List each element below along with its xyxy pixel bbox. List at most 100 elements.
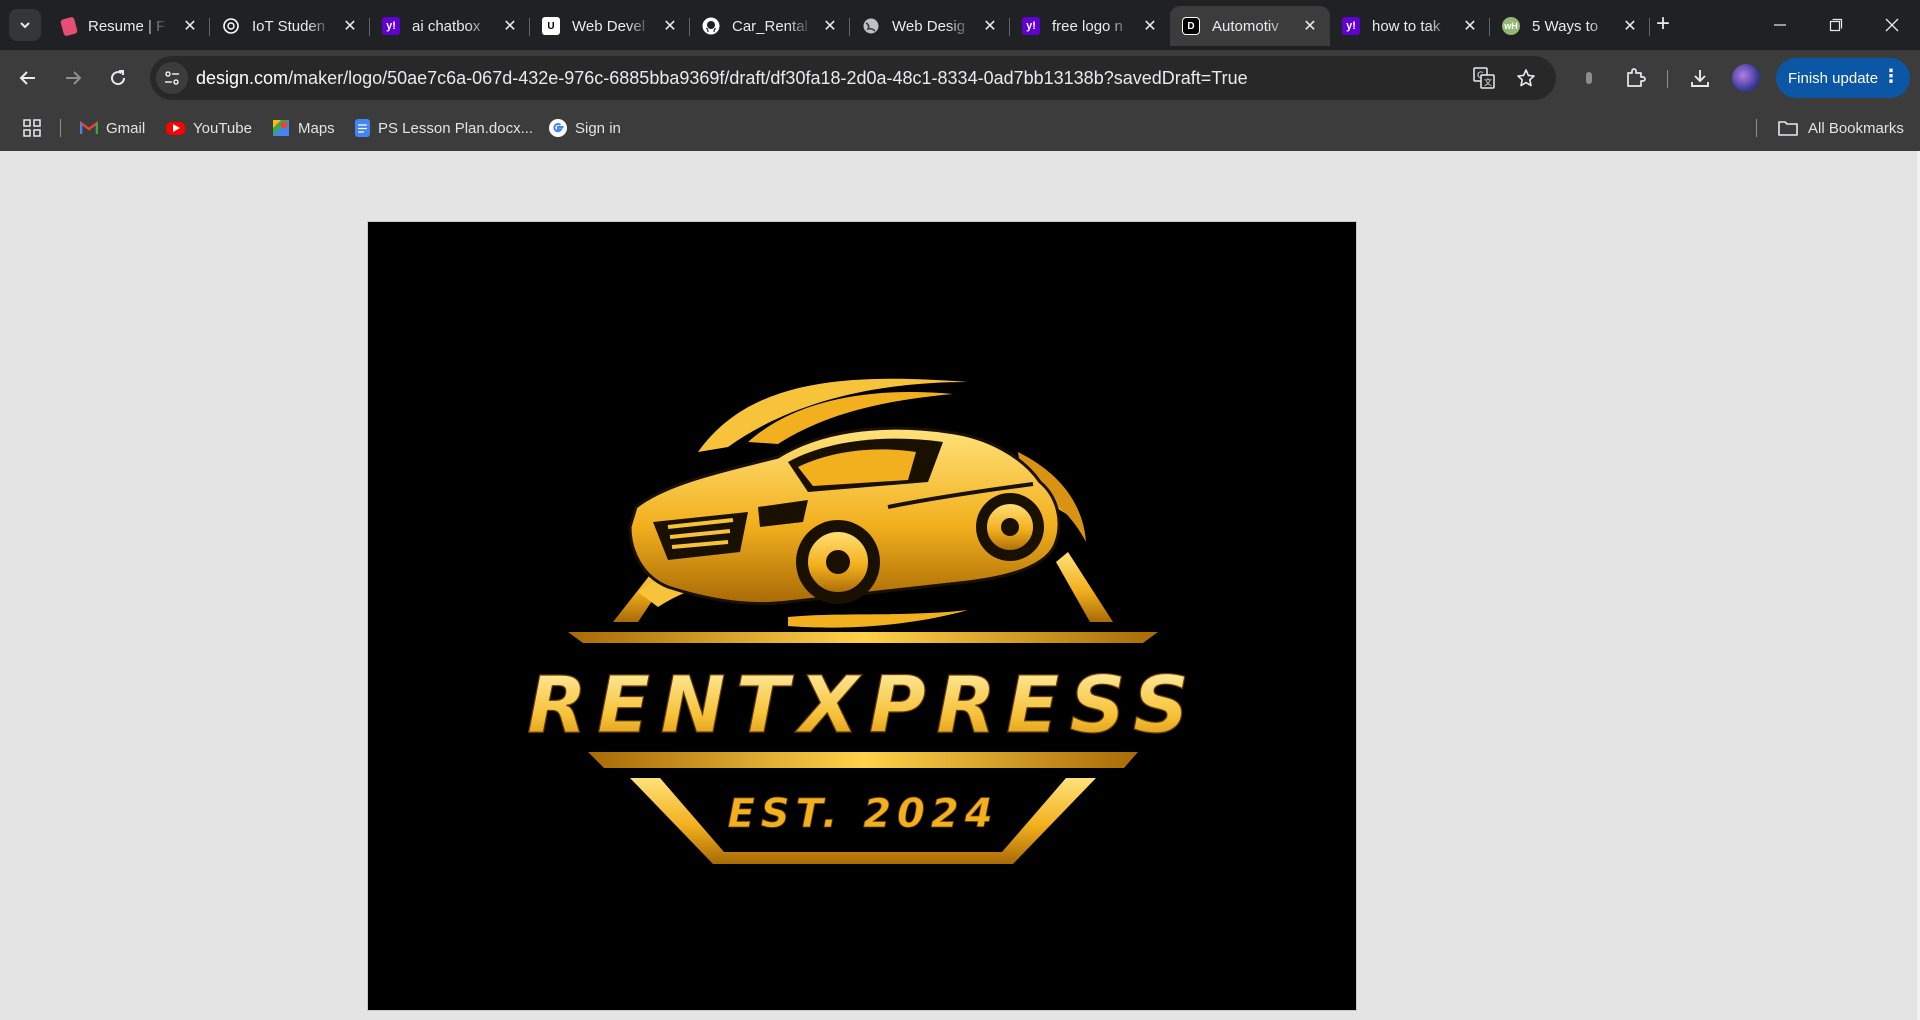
design-com-icon: D (1182, 17, 1200, 35)
extensions-menu-button[interactable] (1619, 62, 1651, 94)
translate-button[interactable]: G文 (1470, 64, 1498, 92)
close-icon[interactable]: ✕ (820, 16, 840, 36)
window-close-button[interactable] (1864, 0, 1920, 50)
tab-automotive[interactable]: D Automotiv ✕ (1170, 6, 1330, 46)
tab-title: Car_Rental (732, 17, 808, 35)
tab-title: Resume | F (88, 17, 166, 35)
tab-title: Automotiv (1212, 17, 1279, 35)
bookmarks-bar: Gmail YouTube Maps PS Lesson Plan.docx..… (0, 106, 1920, 151)
bookmark-label: YouTube (193, 119, 252, 137)
svg-text:文: 文 (1484, 77, 1492, 87)
bookmark-star-button[interactable] (1512, 64, 1540, 92)
tab-title: Web Desig (892, 17, 966, 35)
extension-button[interactable] (1573, 62, 1605, 94)
finish-update-button[interactable]: Finish update ⋮ (1776, 58, 1910, 98)
bookmark-label: PS Lesson Plan.docx... (378, 119, 534, 137)
tab-search-button[interactable] (9, 9, 41, 41)
page-content: RENTXPRESS EST. 2024 (0, 151, 1920, 1020)
bookmark-youtube[interactable]: YouTube (166, 116, 252, 140)
close-icon[interactable]: ✕ (660, 16, 680, 36)
google-icon (549, 119, 567, 137)
restore-icon (1829, 18, 1843, 32)
minimize-icon (1774, 24, 1786, 26)
divider-bar (588, 752, 1138, 768)
gmail-icon (80, 119, 98, 137)
chatgpt-icon (222, 17, 240, 35)
tab-iot-student[interactable]: IoT Studen ✕ (210, 6, 370, 46)
wikihow-icon: wH (1502, 17, 1520, 35)
tune-icon (165, 71, 179, 85)
new-tab-button[interactable]: + (1650, 12, 1676, 38)
chevron-down-icon (20, 22, 30, 29)
bookmark-ps-lesson-plan[interactable]: PS Lesson Plan.docx... (355, 116, 533, 140)
apps-button[interactable] (18, 114, 46, 142)
tab-list: Resume | F ✕ IoT Studen ✕ y! ai chatbox … (50, 6, 1650, 46)
rentxpress-logo: RENTXPRESS EST. 2024 (526, 378, 1199, 864)
close-icon[interactable]: ✕ (1300, 16, 1320, 36)
tab-free-logo[interactable]: y! free logo n ✕ (1010, 6, 1170, 46)
translate-icon: G文 (1473, 67, 1495, 89)
close-icon[interactable]: ✕ (980, 16, 1000, 36)
youtube-icon (166, 121, 185, 135)
bookmark-maps[interactable]: Maps (272, 116, 335, 140)
bookmark-label: Maps (298, 119, 335, 137)
close-icon[interactable]: ✕ (180, 16, 200, 36)
close-icon[interactable]: ✕ (340, 16, 360, 36)
extension-pin-icon (1586, 72, 1592, 84)
apps-grid-icon (23, 119, 41, 137)
arrow-left-icon (19, 71, 35, 85)
yahoo-icon: y! (382, 17, 400, 35)
maps-icon (272, 119, 290, 137)
tagline: EST. 2024 (727, 791, 998, 837)
puzzle-icon (1627, 68, 1646, 87)
tab-title: free logo n (1052, 17, 1123, 35)
tab-car-rental[interactable]: Car_Rental ✕ (690, 6, 850, 46)
tab-web-design[interactable]: Web Desig ✕ (850, 6, 1010, 46)
address-bar[interactable]: design.com/maker/logo/50ae7c6a-067d-432e… (150, 56, 1556, 100)
star-icon (1517, 69, 1535, 87)
folder-icon (1778, 120, 1798, 136)
close-icon[interactable]: ✕ (1140, 16, 1160, 36)
restore-button[interactable] (1808, 0, 1864, 50)
reload-icon (111, 70, 126, 86)
close-icon[interactable]: ✕ (500, 16, 520, 36)
tab-resume[interactable]: Resume | F ✕ (50, 6, 210, 46)
tab-5-ways[interactable]: wH 5 Ways to ✕ (1490, 6, 1650, 46)
bookmark-label: Gmail (106, 119, 146, 137)
url-text[interactable]: design.com/maker/logo/50ae7c6a-067d-432e… (196, 68, 1248, 89)
yahoo-icon: y! (1342, 17, 1360, 35)
tab-title: Web Devel (572, 17, 646, 35)
url-path: /maker/logo/50ae7c6a-067d-432e-976c-6885… (288, 68, 1248, 88)
globe-icon (862, 17, 880, 35)
bookmark-sign-in[interactable]: Sign in (549, 116, 621, 140)
browser-chrome: Resume | F ✕ IoT Studen ✕ y! ai chatbox … (0, 0, 1920, 151)
minimize-button[interactable] (1752, 0, 1808, 50)
tab-how-to-take[interactable]: y! how to tak ✕ (1330, 6, 1490, 46)
download-icon (1691, 70, 1709, 87)
back-button[interactable] (10, 60, 46, 96)
all-bookmarks-label: All Bookmarks (1808, 119, 1904, 137)
close-icon[interactable]: ✕ (1460, 16, 1480, 36)
tab-title: ai chatbox (412, 17, 481, 35)
forward-button[interactable] (55, 60, 91, 96)
reload-button[interactable] (100, 60, 136, 96)
bookmark-label: Sign in (575, 119, 621, 137)
close-icon (1885, 18, 1899, 32)
more-vert-icon: ⋮ (1882, 66, 1900, 86)
downloads-button[interactable] (1684, 62, 1716, 94)
github-icon (702, 17, 720, 35)
logo-preview: RENTXPRESS EST. 2024 (367, 221, 1357, 1011)
site-info-button[interactable] (156, 62, 188, 94)
arrow-right-icon (66, 71, 82, 85)
brand-name: RENTXPRESS (527, 661, 1199, 751)
bookmark-gmail[interactable]: Gmail (80, 116, 145, 140)
tab-strip: Resume | F ✕ IoT Studen ✕ y! ai chatbox … (0, 0, 1920, 50)
tab-title: IoT Studen (252, 17, 326, 35)
all-bookmarks-button[interactable]: All Bookmarks (1758, 116, 1904, 140)
tab-ai-chatbox[interactable]: y! ai chatbox ✕ (370, 6, 530, 46)
tab-web-devel[interactable]: U Web Devel ✕ (530, 6, 690, 46)
resume-app-icon (60, 15, 78, 37)
close-icon[interactable]: ✕ (1620, 16, 1640, 36)
profile-avatar[interactable] (1732, 64, 1760, 92)
toolbar: design.com/maker/logo/50ae7c6a-067d-432e… (0, 50, 1920, 106)
